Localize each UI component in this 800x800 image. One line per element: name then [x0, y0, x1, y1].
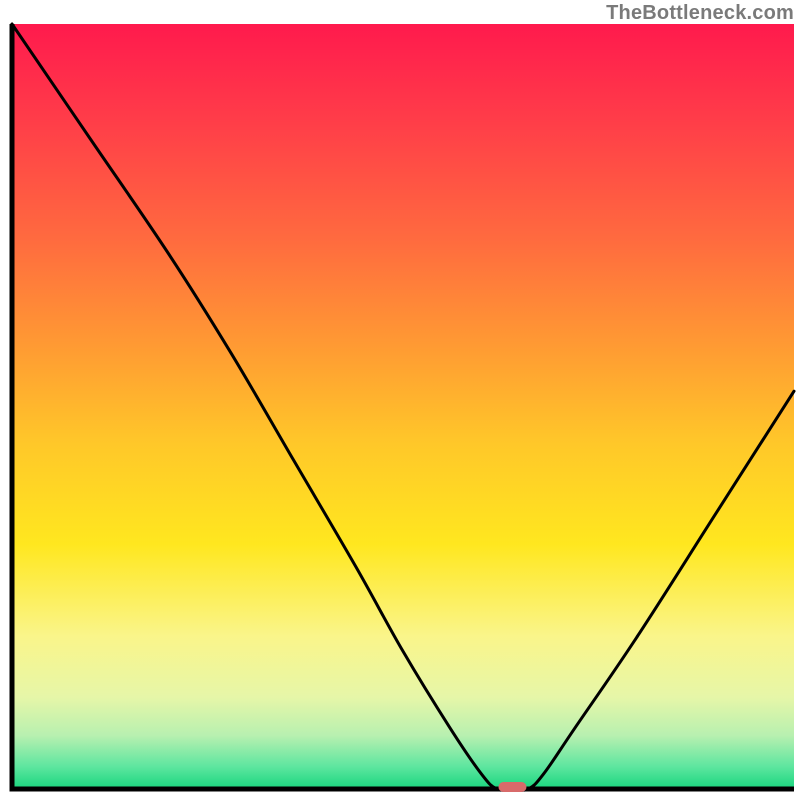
chart-background [12, 24, 794, 789]
bottleneck-chart [0, 0, 800, 800]
chart-canvas: TheBottleneck.com [0, 0, 800, 800]
bottleneck-marker [498, 782, 526, 792]
